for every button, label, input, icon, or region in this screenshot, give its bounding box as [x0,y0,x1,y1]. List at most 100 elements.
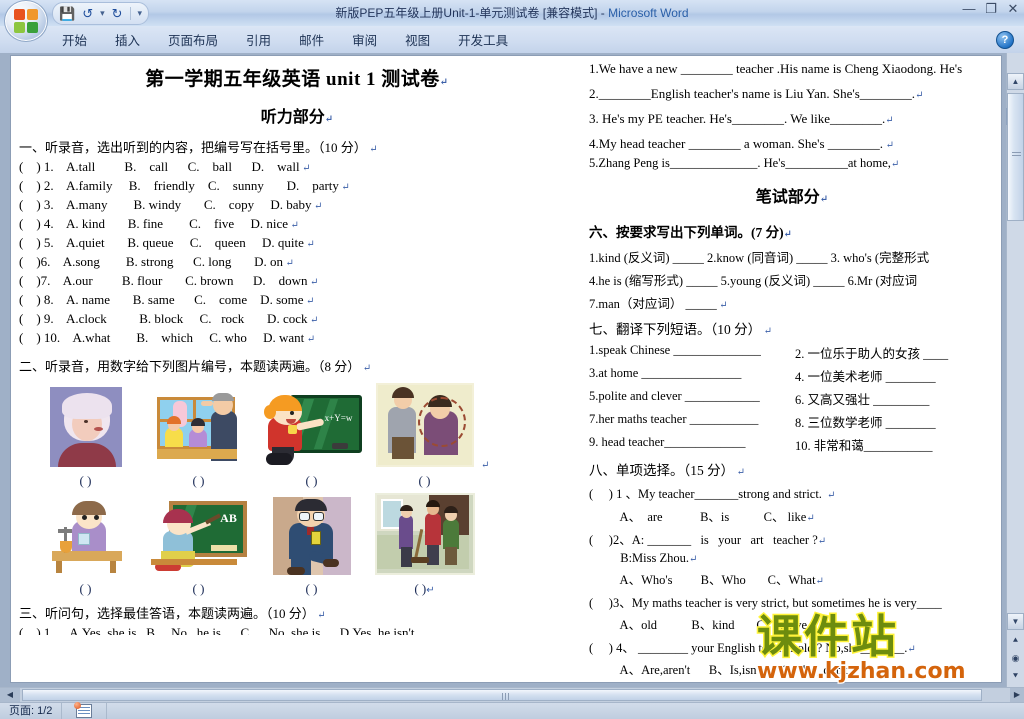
question-item: ( ) 2. A.family B. friendly C. sunny D. … [19,178,350,193]
question-item: ( )6. A.song B. strong C. long D. on ↵ [19,254,294,269]
question-item: ( ) 1. A.tall B. call C. ball D. wall ↵ [19,159,311,174]
restore-button[interactable]: ❐ [984,2,998,15]
tab-developer[interactable]: 开发工具 [444,26,522,53]
vertical-scroll-thumb[interactable] [1007,93,1024,221]
page-indicator[interactable]: 页面: 1/2 [0,703,63,719]
document-left-column: 第一学期五年级英语 unit 1 测试卷↵ 听力部分↵ 一、听录音，选出听到的内… [11,56,583,682]
picture-cell[interactable]: AB ( ) [142,499,255,597]
window-title: 新版PEP五年级上册Unit-1-单元测试卷 [兼容模式] - Microsof… [0,4,1024,21]
status-spacer [107,703,1024,719]
tab-mailings[interactable]: 邮件 [285,26,338,53]
section-heading-six: 六、按要求写出下列单词。(7 分)↵ [589,225,793,240]
answer-blank[interactable]: ( ) [29,581,142,597]
help-icon[interactable]: ? [996,31,1014,49]
document-workspace: 第一学期五年级英语 unit 1 测试卷↵ 听力部分↵ 一、听录音，选出听到的内… [0,53,1024,687]
picture-cell[interactable]: ( ) [368,383,481,489]
picture-cell[interactable]: ( ) [29,499,142,597]
close-button[interactable]: ✕ [1006,2,1020,15]
written-section-title: 笔试部分↵ [755,189,829,206]
fill-blank-item: 5.Zhang Peng is______________. He's_____… [589,156,900,170]
status-bar: 页面: 1/2 [0,702,1024,719]
hscroll-thumb-grip [502,693,510,700]
document-right-column: 1.We have a new ________ teacher .His na… [583,56,1001,682]
translate-row: 3.at home ________________ 4. 一位美术老师 ____… [589,366,936,384]
status-dot-icon [74,702,82,709]
answer-blank[interactable]: ( ) [142,581,255,597]
question-item: ( )7. A.our B. flour C. brown D. down ↵ [19,273,319,288]
choice-options: A、Are,aren't B、Is,isn't C、Do, don't ↵ [589,663,859,677]
students-cleaning-classroom-image [374,493,475,575]
office-button[interactable] [4,0,48,42]
document-icon [74,702,93,718]
answer-blank[interactable]: ( ) [142,473,255,489]
tab-review[interactable]: 审阅 [338,26,391,53]
picture-cell[interactable]: ( ) [29,387,142,489]
scroll-right-button[interactable]: ▶ [1010,688,1024,702]
select-browse-object-button[interactable]: ◉ [1007,649,1024,667]
section-heading-two: 二、听录音，用数字给下列图片编号，本题读两遍。（8 分） ↵ [19,359,372,374]
question-item: ( ) 4. A. kind B. fine C. five D. nice ↵ [19,216,299,231]
horizontal-scrollbar[interactable]: ◀ ▶ [0,687,1024,703]
choice-item: ( )2、A: _______ is your art teacher ?↵ [589,533,827,547]
choice-item: ( ) 1 、My teacher_______strong and stric… [589,487,836,501]
fill-blank-item: 4.My head teacher ________ a woman. She'… [589,136,894,151]
tab-insert[interactable]: 插入 [101,26,154,53]
next-page-button[interactable]: ⯆ [1007,667,1024,685]
teacher-and-student-image [375,383,474,467]
answer-blank[interactable]: ( ) [29,473,142,489]
application-name: Microsoft Word [608,6,689,20]
page-title: 第一学期五年级英语 unit 1 测试卷↵ [145,69,449,90]
translate-row: 9. head teacher_____________ 10. 非常和蔼____… [589,435,933,453]
document-page[interactable]: 第一学期五年级英语 unit 1 测试卷↵ 听力部分↵ 一、听录音，选出听到的内… [10,55,1002,683]
girl-pointing-blackboard-image: AB [148,499,249,575]
choice-item: ( )5、Is she quiet?.↵ [589,682,1001,683]
word-application-window: 💾 ↺ ▾ ↻ ▾ 新版PEP五年级上册Unit-1-单元测试卷 [兼容模式] … [0,0,1024,719]
question-item-cut: ( ) 1. A.Yes, she is. B. No, he is. C. N… [19,625,418,635]
question-item: ( ) 10. A.what B. which C. who D. want ↵ [19,330,316,345]
answer-blank[interactable]: ( ) [368,473,481,489]
question-item: ( ) 8. A. name B. same C. come D. some ↵ [19,292,315,307]
fill-blank-item: 3. He's my PE teacher. He's________. We … [589,111,894,126]
boy-writing-on-blackboard-image: x+Y=w [259,391,364,467]
picture-numbering-grid: ( ) () x+Y=w () () ↵ () AB () () (… [29,383,583,597]
listening-section-title: 听力部分↵ [260,109,334,126]
scroll-down-button[interactable]: ▼ [1007,613,1024,630]
paragraph-mark: ↵ [481,460,490,471]
tab-home[interactable]: 开始 [48,26,101,53]
choice-dialogue: B:Miss Zhou.↵ [589,551,698,565]
translate-row: 5.polite and clever ____________ 6. 又高又强壮… [589,389,930,407]
scroll-left-button[interactable]: ◀ [0,688,20,702]
view-shortcut[interactable] [62,702,108,719]
section-heading-one: 一、听录音，选出听到的内容，把编号写在括号里。（10 分） ↵ [19,140,378,155]
scroll-up-button[interactable]: ▲ [1007,73,1024,90]
picture-cell[interactable]: ( )↵ [368,493,481,597]
translate-row: 7.her maths teacher ___________ 8. 三位数学老师… [589,412,936,430]
vertical-scrollbar[interactable]: ⬓ ▲ ▼ ⯅ ◉ ⯆ [1006,53,1024,687]
answer-blank[interactable]: ( ) [255,581,368,597]
answer-blank[interactable]: ( )↵ [368,581,481,597]
picture-cell[interactable]: ( ) [255,497,368,597]
answer-blank[interactable]: ( ) [255,473,368,489]
choice-options: A、old B、kind C、active↵ [589,618,816,632]
section-heading-three: 三、听问句，选择最佳答语，本题读两遍。（10 分） ↵ [19,606,326,621]
picture-row-one: ( ) () x+Y=w () () ↵ [29,383,583,489]
tab-references[interactable]: 引用 [232,26,285,53]
section-heading-seven: 七、翻译下列短语。（10 分） ↵ [589,322,773,337]
question-item: ( ) 9. A.clock B. block C. rock D. cock … [19,311,319,326]
question-item: ( ) 5. A.quiet B. queue C. queen D. quit… [19,235,315,250]
science-experiment-image [41,499,130,575]
picture-cell[interactable]: ( ) [142,389,255,489]
fill-blank-item: 1.We have a new ________ teacher .His na… [589,61,963,76]
fill-blank-item: 2.________English teacher's name is Liu … [589,86,924,101]
choice-item: ( )3、My maths teacher is very strict, bu… [589,596,942,610]
previous-page-button[interactable]: ⯅ [1007,631,1024,649]
elderly-woman-portrait-image [49,387,122,467]
horizontal-scroll-thumb[interactable] [22,689,982,701]
tab-view[interactable]: 视图 [391,26,444,53]
choice-options: A、 are B、is C、 like↵ [589,510,815,524]
picture-cell[interactable]: x+Y=w () [255,391,368,489]
tab-page-layout[interactable]: 页面布局 [154,26,232,53]
minimize-button[interactable]: — [962,2,976,15]
office-logo-icon [14,9,38,33]
title-bar: 💾 ↺ ▾ ↻ ▾ 新版PEP五年级上册Unit-1-单元测试卷 [兼容模式] … [0,0,1024,42]
